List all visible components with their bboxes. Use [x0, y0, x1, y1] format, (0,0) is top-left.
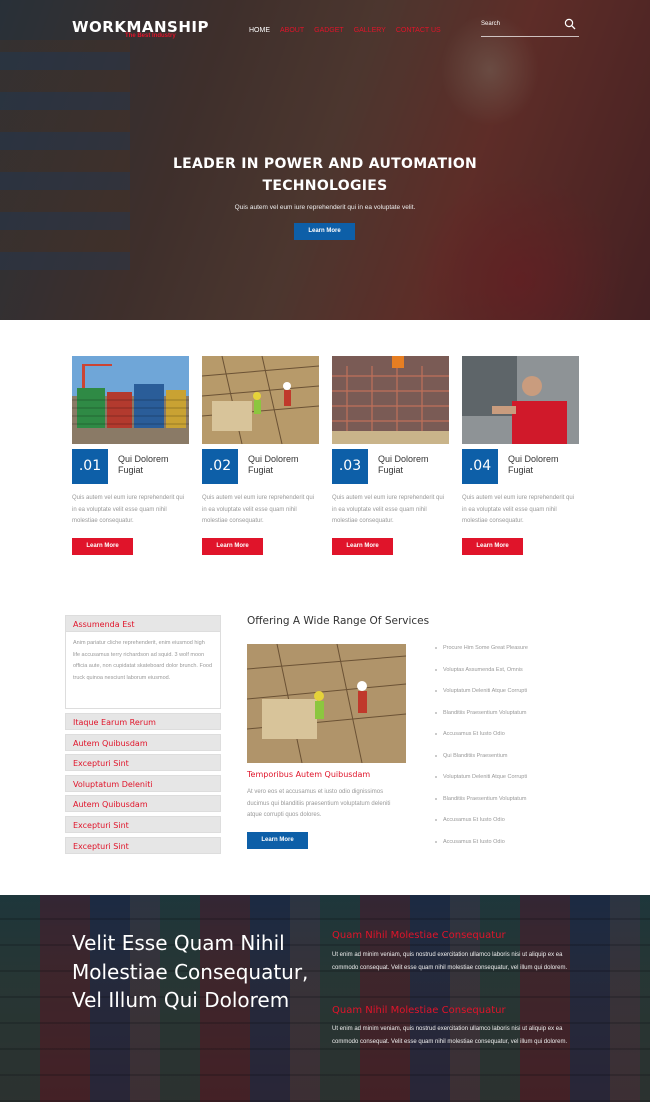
bottom-big-title: Velit Esse Quam Nihil Molestiae Consequa… [72, 931, 309, 1012]
accordion-panel: Anim pariatur cliche reprehenderit, enim… [65, 632, 221, 709]
card-learn-more-button[interactable]: Learn More [332, 537, 393, 555]
bottom-paragraph: Ut enim ad minim veniam, quis nostrud ex… [332, 1026, 568, 1045]
list-item[interactable]: Blanditiis Praesentium Voluptatum [435, 793, 528, 815]
bottom-heading: Quam Nihil Molestiae Consequatur [332, 930, 506, 941]
bottom-banner: Velit Esse Quam Nihil Molestiae Consequa… [0, 895, 650, 1102]
search-placeholder: Search [481, 21, 501, 27]
card-title: Qui Dolorem Fugiat [378, 454, 429, 475]
rebar-site-image [332, 356, 449, 444]
accordion-header[interactable]: Excepturi Sint [65, 815, 221, 833]
card-number: .03 [332, 449, 368, 484]
nav-about[interactable]: ABOUT [280, 27, 304, 34]
list-item[interactable]: Accusamus Et Iusto Odio [435, 728, 528, 750]
services-image [247, 644, 406, 763]
search-icon[interactable] [564, 18, 576, 30]
card-learn-more-button[interactable]: Learn More [462, 537, 523, 555]
accordion-header[interactable]: Excepturi Sint [65, 754, 221, 772]
containers-image [72, 356, 189, 444]
accordion-header[interactable]: Autem Quibusdam [65, 733, 221, 751]
nav-home[interactable]: HOME [249, 27, 270, 34]
card-number: .02 [202, 449, 238, 484]
card-description: Quis autem vel eum iure reprehenderit qu… [332, 495, 445, 524]
feature-card: .02 Qui Dolorem Fugiat Quis autem vel eum … [201, 355, 320, 555]
list-item[interactable]: Blanditiis Praesentium Voluptatum [435, 707, 528, 729]
accordion-header[interactable]: Excepturi Sint [65, 836, 221, 854]
card-learn-more-button[interactable]: Learn More [72, 537, 133, 555]
services-list: Procure Him Some Great Pleasure Voluptas… [435, 642, 528, 857]
card-title: Qui Dolorem Fugiat [508, 454, 559, 475]
accordion-header[interactable]: Voluptatum Deleniti [65, 774, 221, 792]
services-subtitle: Temporibus Autem Quibusdam [247, 770, 371, 779]
list-item[interactable]: Accusamus Et Iusto Odio [435, 836, 528, 858]
hero-learn-more-button[interactable]: Learn More [294, 223, 355, 240]
accordion-header-open[interactable]: Assumenda Est [65, 615, 221, 632]
list-item[interactable]: Voluptatum Deleniti Atque Corrupti [435, 685, 528, 707]
services-title: Offering A Wide Range Of Services [247, 615, 430, 627]
card-title: Qui Dolorem Fugiat [248, 454, 299, 475]
feature-card: .04 Qui Dolorem Fugiat Quis autem vel eum … [462, 356, 579, 555]
card-learn-more-button[interactable]: Learn More [202, 537, 263, 555]
nav-gallery[interactable]: GALLERY [354, 27, 386, 34]
accordion-header[interactable]: Itaque Earum Rerum [65, 713, 221, 730]
hero-title: LEADER IN POWER AND AUTOMATION TECHNOLOGI… [172, 156, 478, 194]
bottom-heading: Quam Nihil Molestiae Consequatur [332, 1005, 506, 1016]
list-item[interactable]: Procure Him Some Great Pleasure [435, 642, 528, 664]
hero-banner: WORKMANSHIP The Best Industry HOME ABOUT… [0, 0, 650, 320]
accordion-header[interactable]: Autem Quibusdam [65, 795, 221, 813]
feature-card: .01 Qui Dolorem Fugiat Quis autem vel eum … [72, 356, 189, 555]
list-item[interactable]: Voluptas Assumenda Est, Omnis [435, 664, 528, 686]
services-learn-more-button[interactable]: Learn More [247, 832, 308, 849]
services-description: At vero eos et accusamus et iusto odio d… [247, 789, 391, 818]
logo-tagline: The Best Industry [125, 33, 176, 39]
bottom-paragraph: Ut enim ad minim veniam, quis nostrud ex… [332, 952, 568, 971]
nav-contact[interactable]: CONTACT US [396, 27, 441, 34]
main-nav: HOME ABOUT GADGET GALLERY CONTACT US [249, 27, 441, 34]
card-title: Qui Dolorem Fugiat [118, 454, 169, 475]
accordion: Assumenda Est Anim pariatur cliche repre… [65, 615, 221, 857]
search-input[interactable]: Search [481, 18, 579, 37]
list-item[interactable]: Accusamus Et Iusto Odio [435, 814, 528, 836]
card-number: .04 [462, 449, 498, 484]
hero-subtitle: Quis autem vel eum iure reprehenderit qu… [234, 204, 416, 211]
list-item[interactable]: Qui Blanditiis Praesentium [435, 750, 528, 772]
card-description: Quis autem vel eum iure reprehenderit qu… [202, 495, 315, 524]
card-description: Quis autem vel eum iure reprehenderit qu… [72, 495, 185, 524]
nav-gadget[interactable]: GADGET [314, 27, 344, 34]
card-number: .01 [72, 449, 108, 484]
list-item[interactable]: Voluptatum Deleniti Atque Corrupti [435, 771, 528, 793]
factory-worker-image [462, 356, 579, 444]
card-description: Quis autem vel eum iure reprehenderit qu… [462, 495, 575, 524]
feature-card: .03 Qui Dolorem Fugiat Quis autem vel eum … [332, 356, 449, 555]
construction-workers-image [201, 355, 320, 445]
